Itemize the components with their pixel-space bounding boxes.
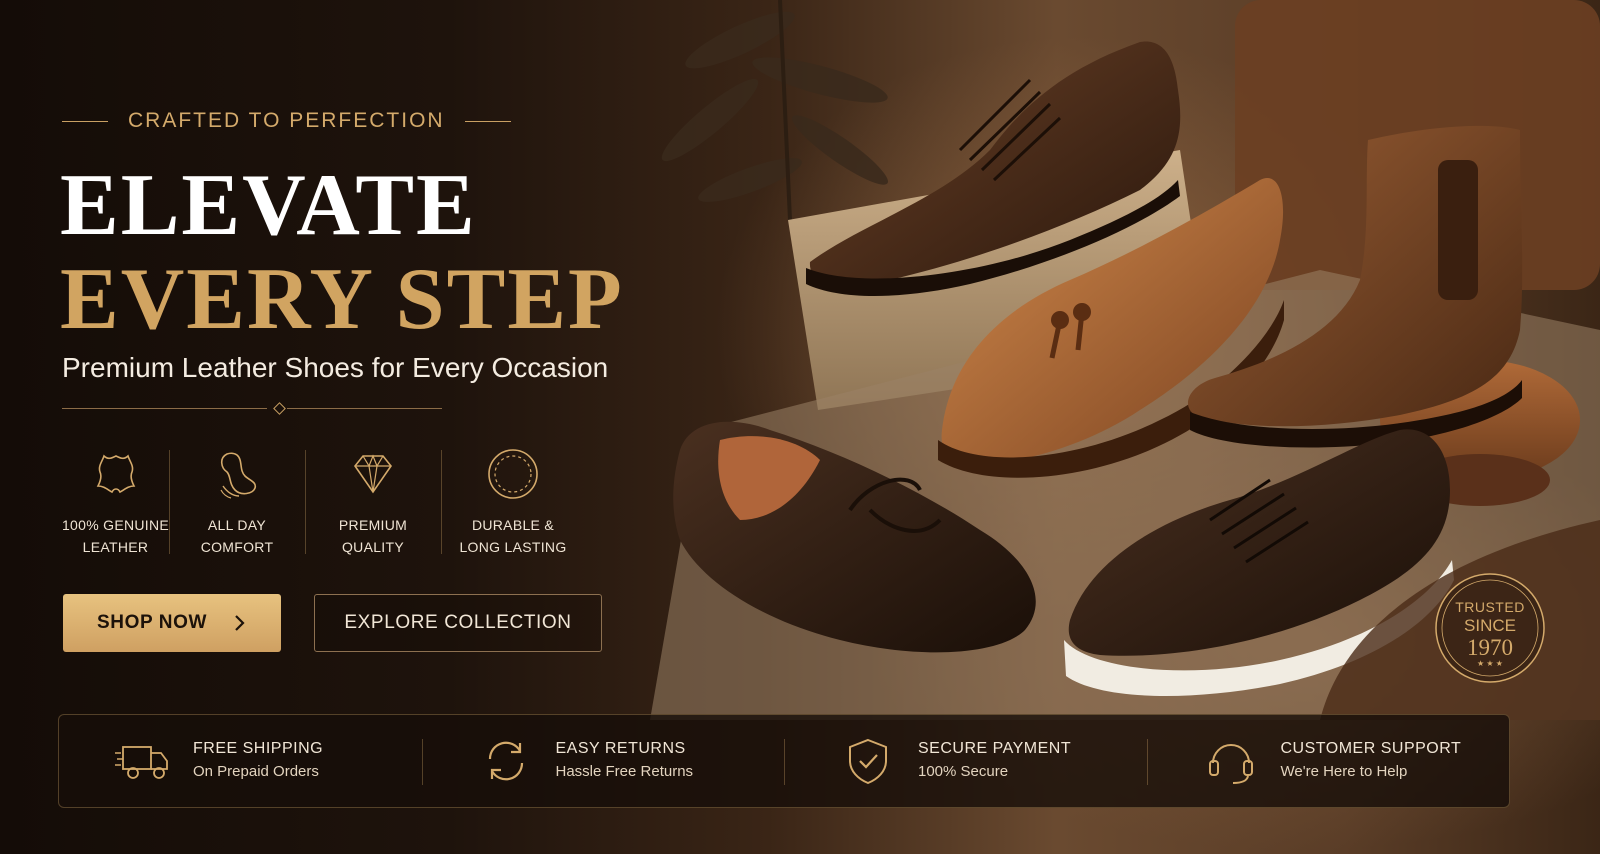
feature-genuine-leather: 100% GENUINE LEATHER (62, 446, 169, 558)
svg-text:★ ★ ★: ★ ★ ★ (1477, 659, 1503, 668)
badge-line-1: TRUSTED (1455, 599, 1525, 615)
feature-durable: DURABLE & LONG LASTING (441, 446, 585, 558)
explore-collection-button[interactable]: EXPLORE COLLECTION (314, 594, 602, 652)
feature-label: 100% GENUINE LEATHER (61, 517, 170, 555)
benefit-customer-support: CUSTOMER SUPPORT We're Here to Help (1146, 715, 1510, 807)
benefit-easy-returns: EASY RETURNS Hassle Free Returns (421, 715, 785, 807)
subheadline: Premium Leather Shoes for Every Occasion (62, 352, 609, 383)
benefit-subtitle: 100% Secure (918, 763, 1009, 780)
benefit-secure-payment: SECURE PAYMENT 100% Secure (784, 715, 1147, 807)
benefit-title: SECURE PAYMENT (918, 740, 1072, 757)
returns-icon (488, 741, 523, 781)
benefit-subtitle: Hassle Free Returns (555, 763, 694, 780)
explore-collection-label: EXPLORE COLLECTION (344, 612, 572, 633)
trusted-since-badge: ★ ★ ★ TRUSTED SINCE 1970 (1434, 572, 1546, 684)
comfort-insole-icon (220, 452, 257, 499)
leather-hide-icon (96, 454, 135, 494)
benefit-title: EASY RETURNS (555, 740, 686, 757)
delivery-truck-icon (115, 746, 168, 779)
shop-now-button[interactable]: SHOP NOW (63, 594, 281, 652)
eyebrow: CRAFTED TO PERFECTION (62, 106, 511, 136)
diamond-icon (354, 454, 392, 494)
feature-label: PREMIUM QUALITY (338, 517, 408, 555)
plant-decor (661, 0, 889, 221)
badge-line-2: SINCE (1464, 616, 1516, 635)
headline-line-2: EVERY STEP (60, 251, 624, 348)
feature-premium-quality: PREMIUM QUALITY (305, 446, 441, 558)
chevron-right-icon (235, 615, 245, 631)
benefit-title: FREE SHIPPING (193, 740, 324, 757)
feature-label: DURABLE & LONG LASTING (459, 517, 567, 555)
headset-icon (1208, 744, 1253, 784)
durable-badge-icon (488, 449, 538, 499)
eyebrow-text: CRAFTED TO PERFECTION (128, 109, 445, 132)
feature-list: 100% GENUINE LEATHER ALL DAY COMFORT PREMI… (62, 446, 612, 558)
benefit-subtitle: We're Here to Help (1280, 763, 1408, 780)
benefit-subtitle: On Prepaid Orders (193, 763, 319, 780)
eyebrow-line-left (62, 120, 108, 122)
ornament-divider (62, 402, 442, 415)
benefit-title: CUSTOMER SUPPORT (1280, 740, 1462, 757)
hero-banner: CRAFTED TO PERFECTION ELEVATE EVERY STEP… (0, 0, 1600, 854)
eyebrow-line-right (464, 120, 511, 122)
feature-label: ALL DAY COMFORT (200, 517, 274, 555)
secure-shield-icon (849, 738, 887, 785)
badge-year: 1970 (1467, 635, 1513, 660)
headline-line-1: ELEVATE (60, 157, 477, 254)
shop-now-label: SHOP NOW (96, 612, 207, 633)
benefit-free-shipping: FREE SHIPPING On Prepaid Orders (59, 715, 422, 807)
benefits-bar: FREE SHIPPING On Prepaid Orders EASY RET… (58, 714, 1510, 808)
feature-all-day-comfort: ALL DAY COMFORT (169, 446, 305, 558)
